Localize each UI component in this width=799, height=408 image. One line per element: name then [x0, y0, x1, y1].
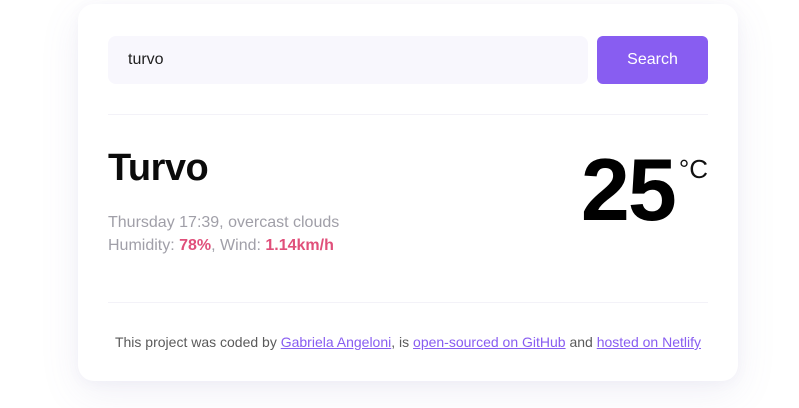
netlify-link[interactable]: hosted on Netlify	[597, 334, 701, 350]
humidity-value: 78%	[179, 237, 212, 254]
temperature-display: 25 °C	[581, 144, 708, 236]
footer-credits: This project was coded by Gabriela Angel…	[78, 334, 738, 350]
wind-label: , Wind:	[211, 237, 266, 254]
temperature-unit: °C	[678, 154, 708, 184]
footer-prefix: This project was coded by	[114, 334, 281, 350]
footer-and: and	[565, 334, 597, 350]
wind-value: 1.14km/h	[265, 237, 334, 254]
humidity-label: Humidity:	[108, 237, 180, 254]
temperature-value: 25	[580, 140, 677, 239]
city-name: Turvo	[108, 147, 209, 189]
github-link[interactable]: open-sourced on GitHub	[413, 334, 566, 350]
city-search-input[interactable]	[108, 36, 588, 84]
search-button[interactable]: Search	[597, 36, 708, 84]
divider	[108, 302, 708, 303]
date-description: Thursday 17:39, overcast clouds	[108, 214, 340, 231]
humidity-wind-line: Humidity: 78%, Wind: 1.14km/h	[108, 234, 339, 257]
author-link[interactable]: Gabriela Angeloni	[281, 334, 392, 350]
weather-details: Thursday 17:39, overcast clouds Humidity…	[108, 211, 339, 257]
weather-card: Search Turvo Thursday 17:39, overcast cl…	[78, 4, 738, 381]
search-form: Search	[108, 36, 708, 84]
divider	[108, 114, 708, 115]
footer-middle: , is	[391, 334, 414, 350]
